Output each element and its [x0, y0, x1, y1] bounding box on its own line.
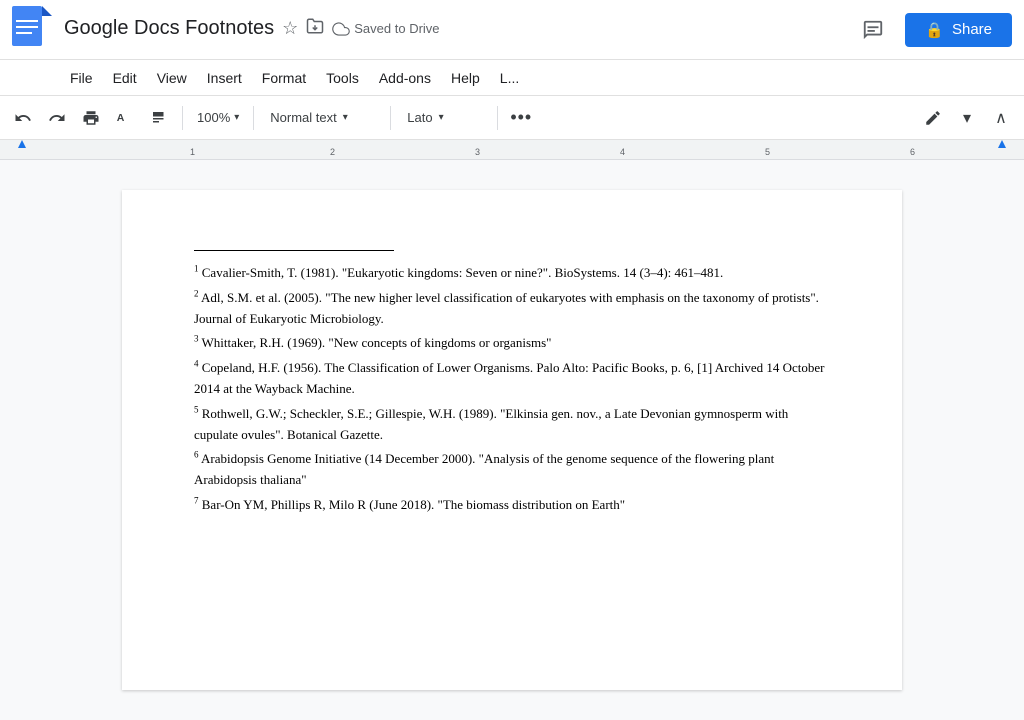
list-item: 6 Arabidopsis Genome Initiative (14 Dece… [194, 449, 830, 491]
chevron-down-icon: ▾ [963, 108, 971, 128]
menu-insert[interactable]: Insert [197, 64, 252, 92]
menu-tools[interactable]: Tools [316, 64, 369, 92]
doc-title[interactable]: Google Docs Footnotes [64, 17, 274, 40]
list-item: 2 Adl, S.M. et al. (2005). "The new high… [194, 288, 830, 330]
zoom-chevron-icon: ▾ [234, 112, 239, 123]
expand-icon: ∧ [995, 108, 1007, 128]
folder-move-icon[interactable] [306, 17, 324, 40]
menu-more[interactable]: L... [490, 64, 529, 92]
list-item: 4 Copeland, H.F. (1956). The Classificat… [194, 358, 830, 400]
list-item: 5 Rothwell, G.W.; Scheckler, S.E.; Gille… [194, 404, 830, 446]
menu-view[interactable]: View [147, 64, 197, 92]
doc-area: 1 Cavalier-Smith, T. (1981). "Eukaryotic… [0, 160, 1024, 720]
footnote-text-7: Bar-On YM, Phillips R, Milo R (June 2018… [202, 497, 625, 512]
footnote-num-1: 1 [194, 264, 199, 274]
header-right: 🔒 Share [853, 10, 1012, 50]
font-chevron-icon: ▾ [439, 112, 444, 123]
ruler-mark-6: 6 [910, 147, 915, 157]
toolbar-divider-2 [253, 106, 254, 130]
spell-check-button[interactable]: A [110, 103, 140, 133]
footnote-text-3: Whittaker, R.H. (1969). "New concepts of… [202, 335, 552, 350]
share-button[interactable]: 🔒 Share [905, 13, 1012, 47]
save-status: Saved to Drive [332, 20, 439, 38]
zoom-value: 100% [197, 110, 230, 125]
footnote-num-4: 4 [194, 359, 199, 369]
save-status-label: Saved to Drive [354, 21, 439, 36]
list-item: 3 Whittaker, R.H. (1969). "New concepts … [194, 333, 830, 354]
title-bar: Google Docs Footnotes ☆ Saved to Drive [0, 0, 1024, 60]
style-value: Normal text [270, 110, 336, 125]
footnote-text-4: Copeland, H.F. (1956). The Classificatio… [194, 360, 825, 396]
ruler-left-handle[interactable] [18, 140, 26, 148]
ruler: 1 2 3 4 5 6 [0, 140, 1024, 160]
more-options-button[interactable]: ••• [506, 103, 536, 133]
more-icon: ••• [510, 107, 532, 128]
footnote-num-6: 6 [194, 450, 199, 460]
chevron-down-button[interactable]: ▾ [952, 103, 982, 133]
footnote-text-6: Arabidopsis Genome Initiative (14 Decemb… [194, 451, 774, 487]
doc-page[interactable]: 1 Cavalier-Smith, T. (1981). "Eukaryotic… [122, 190, 902, 690]
footnote-num-2: 2 [194, 288, 199, 298]
undo-button[interactable] [8, 103, 38, 133]
title-icons: ☆ Saved to Drive [282, 17, 439, 40]
footnote-separator [194, 250, 394, 251]
cloud-icon [332, 20, 350, 38]
zoom-selector[interactable]: 100% ▾ [191, 106, 245, 129]
redo-button[interactable] [42, 103, 72, 133]
share-label: Share [952, 21, 992, 38]
toolbar-divider-1 [182, 106, 183, 130]
ruler-mark-2: 2 [330, 147, 335, 157]
list-item: 7 Bar-On YM, Phillips R, Milo R (June 20… [194, 495, 830, 516]
svg-text:A: A [117, 112, 125, 124]
menu-edit[interactable]: Edit [103, 64, 147, 92]
print-button[interactable] [76, 103, 106, 133]
footnote-text-1: Cavalier-Smith, T. (1981). "Eukaryotic k… [202, 265, 724, 280]
ruler-right-handle[interactable] [998, 140, 1006, 148]
style-chevron-icon: ▾ [343, 112, 348, 123]
font-selector[interactable]: Lato ▾ [399, 106, 489, 129]
ruler-mark-4: 4 [620, 147, 625, 157]
ruler-mark-3: 3 [475, 147, 480, 157]
paint-format-button[interactable] [144, 103, 174, 133]
menu-file[interactable]: File [60, 64, 103, 92]
ruler-mark-1: 1 [190, 147, 195, 157]
title-area: Google Docs Footnotes ☆ Saved to Drive [64, 17, 853, 42]
ruler-mark-5: 5 [765, 147, 770, 157]
style-selector[interactable]: Normal text ▾ [262, 106, 382, 129]
list-item: 1 Cavalier-Smith, T. (1981). "Eukaryotic… [194, 263, 830, 284]
expand-button[interactable]: ∧ [986, 103, 1016, 133]
menu-format[interactable]: Format [252, 64, 316, 92]
menu-bar: File Edit View Insert Format Tools Add-o… [0, 60, 1024, 96]
comment-button[interactable] [853, 10, 893, 50]
app-icon [12, 6, 52, 54]
toolbar: A 100% ▾ Normal text ▾ Lato ▾ ••• ▾ ∧ [0, 96, 1024, 140]
footnote-num-3: 3 [194, 334, 199, 344]
footnote-text-5: Rothwell, G.W.; Scheckler, S.E.; Gillesp… [194, 406, 788, 442]
footnote-num-5: 5 [194, 404, 199, 414]
toolbar-divider-4 [497, 106, 498, 130]
menu-addons[interactable]: Add-ons [369, 64, 441, 92]
footnote-text-2: Adl, S.M. et al. (2005). "The new higher… [194, 290, 819, 326]
menu-help[interactable]: Help [441, 64, 490, 92]
edit-button[interactable] [918, 103, 948, 133]
star-icon[interactable]: ☆ [282, 18, 298, 39]
footnote-num-7: 7 [194, 496, 199, 506]
lock-icon: 🔒 [925, 21, 944, 39]
toolbar-divider-3 [390, 106, 391, 130]
font-value: Lato [407, 110, 432, 125]
